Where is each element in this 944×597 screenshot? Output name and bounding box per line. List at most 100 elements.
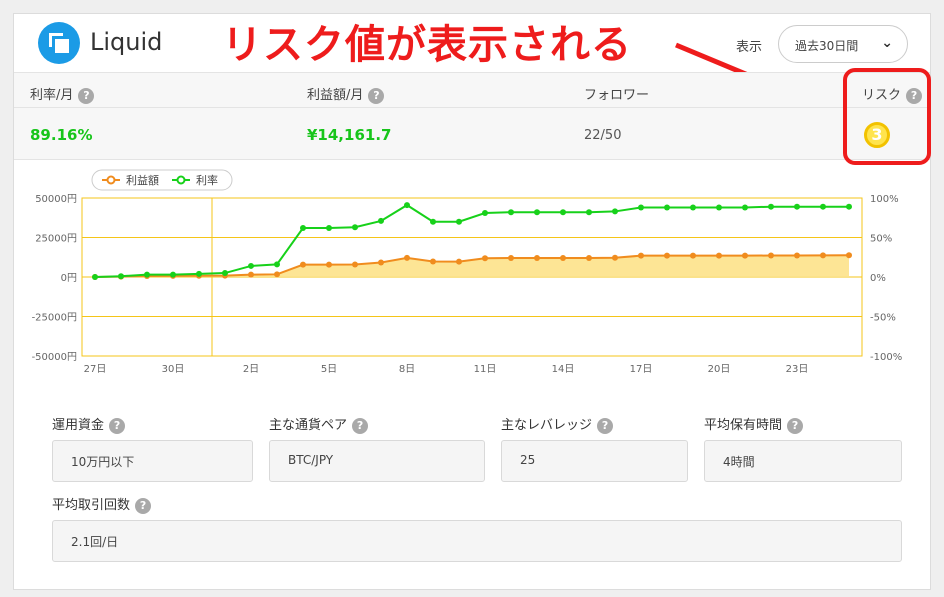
capital-label: 運用資金?	[52, 414, 126, 434]
data-point	[300, 225, 306, 232]
legend-label: 利益額	[126, 173, 159, 187]
data-point	[638, 204, 644, 211]
data-point	[274, 261, 280, 268]
trades-label: 平均取引回数?	[52, 494, 152, 514]
rate-value: 89.16%	[30, 126, 93, 144]
data-point	[534, 209, 540, 216]
legend-marker	[176, 175, 186, 185]
y-right-tick-label: -50%	[870, 313, 896, 324]
data-point	[586, 209, 592, 216]
x-tick-label: 30日	[162, 364, 185, 375]
data-point	[326, 225, 332, 232]
capital-field: 10万円以下	[52, 440, 253, 482]
period-value: 過去30日間	[795, 39, 859, 53]
legend-marker	[106, 175, 116, 185]
x-tick-label: 17日	[630, 364, 653, 375]
help-icon[interactable]: ?	[78, 87, 95, 104]
data-point	[430, 218, 436, 225]
y-right-tick-label: -100%	[870, 352, 902, 363]
data-point	[534, 255, 540, 262]
y-right-tick-label: 50%	[870, 234, 892, 245]
pair-field: BTC/JPY	[269, 440, 485, 482]
x-tick-label: 2日	[243, 364, 259, 375]
x-tick-label: 5日	[321, 364, 337, 375]
help-icon[interactable]: ?	[597, 417, 614, 434]
data-point	[586, 255, 592, 262]
data-point	[456, 258, 462, 265]
display-label: 表示	[736, 40, 763, 55]
data-point	[846, 203, 852, 210]
data-point	[170, 271, 176, 278]
help-icon[interactable]: ?	[135, 497, 152, 514]
x-tick-label: 8日	[399, 364, 415, 375]
data-point	[612, 254, 618, 261]
data-point	[326, 261, 332, 268]
period-select[interactable]: 過去30日間 ⌄	[778, 25, 908, 63]
logo-text: Liquid	[90, 28, 163, 56]
y-right-tick-label: 0%	[870, 273, 886, 284]
y-left-tick-label: 50000円	[35, 194, 77, 205]
data-point	[508, 209, 514, 216]
help-icon[interactable]: ?	[368, 87, 385, 104]
data-point	[404, 202, 410, 209]
hold-time-field: 4時間	[704, 440, 902, 482]
x-tick-label: 14日	[552, 364, 575, 375]
data-point	[846, 252, 852, 259]
data-point	[378, 217, 384, 224]
data-point	[664, 252, 670, 259]
x-tick-label: 27日	[84, 364, 107, 375]
trades-field: 2.1回/日	[52, 520, 902, 562]
followers-value: 22/50	[584, 128, 622, 143]
data-point	[404, 254, 410, 261]
data-point	[664, 204, 670, 211]
data-point	[118, 273, 124, 280]
data-point	[716, 204, 722, 211]
profit-value: ¥14,161.7	[307, 126, 392, 144]
data-point	[248, 271, 254, 278]
x-tick-label: 20日	[708, 364, 731, 375]
performance-chart: 利益額 利率 50000円 100% 25000円 50% 0円 0% -25000円 -50% -…	[32, 169, 902, 375]
rate-label: 利率/月?	[30, 84, 95, 104]
y-left-tick-label: -50000円	[32, 352, 77, 363]
data-point	[300, 261, 306, 268]
data-point	[196, 270, 202, 277]
help-icon[interactable]: ?	[352, 417, 369, 434]
y-left-tick-label: 25000円	[35, 234, 77, 245]
stats-value-row: 89.16% ¥14,161.7 22/50 3	[14, 108, 930, 160]
legend-label: 利率	[196, 173, 218, 187]
help-icon[interactable]: ?	[787, 417, 804, 434]
annotation-highlight-box	[843, 68, 931, 165]
data-point	[820, 203, 826, 210]
stats-header-row: 利率/月? 利益額/月? フォロワー リスク?	[14, 72, 930, 108]
data-point	[820, 252, 826, 259]
data-point	[352, 224, 358, 231]
help-icon[interactable]: ?	[109, 417, 126, 434]
y-right-tick-label: 100%	[870, 194, 899, 205]
data-point	[92, 274, 98, 280]
data-point	[768, 252, 774, 259]
x-tick-label: 23日	[786, 364, 809, 375]
annotation-title: リスク値が表示される	[222, 22, 632, 68]
data-point	[482, 210, 488, 217]
data-point	[144, 271, 150, 278]
data-point	[690, 252, 696, 259]
y-left-tick-label: 0円	[61, 273, 77, 284]
data-point	[716, 252, 722, 259]
data-point	[274, 271, 280, 278]
chevron-down-icon: ⌄	[881, 35, 893, 51]
data-point	[560, 209, 566, 216]
data-point	[378, 259, 384, 266]
data-point	[508, 255, 514, 262]
data-point	[742, 252, 748, 259]
data-point	[794, 252, 800, 259]
leverage-label: 主なレバレッジ?	[501, 414, 614, 434]
data-point	[430, 258, 436, 265]
data-point	[482, 255, 488, 262]
data-point	[638, 252, 644, 259]
pair-label: 主な通貨ペア?	[269, 414, 369, 434]
data-point	[248, 262, 254, 269]
x-tick-label: 11日	[474, 364, 497, 375]
hold-time-label: 平均保有時間?	[704, 414, 804, 434]
leverage-field: 25	[501, 440, 688, 482]
data-point	[352, 261, 358, 268]
